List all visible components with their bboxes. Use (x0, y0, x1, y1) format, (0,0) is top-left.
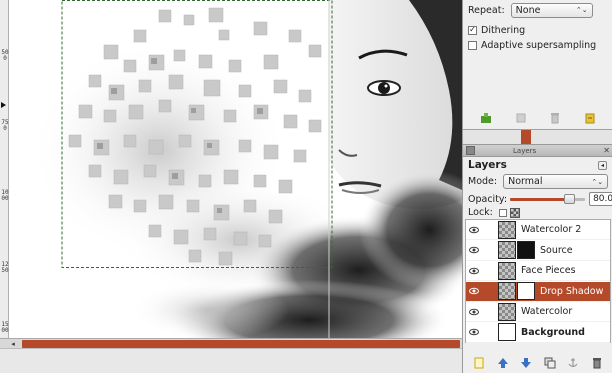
lock-label: Lock: (468, 207, 493, 218)
ruler-label: 500 (1, 49, 9, 62)
tool-options-toolbar (463, 108, 612, 128)
visibility-eye-icon[interactable] (466, 220, 482, 240)
mode-row: Mode: Normal ⌃⌄ (468, 174, 609, 189)
layer-thumbnail[interactable] (498, 261, 516, 280)
dock-title: Layers (513, 146, 537, 155)
tool-options-panel: Repeat: None ⌃⌄ ✓ Dithering Adaptive sup… (463, 0, 612, 130)
layer-name[interactable]: Background (521, 327, 585, 338)
layer-name[interactable]: Watercolor 2 (521, 224, 581, 235)
chain-link-toggle[interactable] (482, 220, 498, 240)
lower-layer-icon[interactable] (519, 356, 533, 370)
layer-mask-thumbnail[interactable] (517, 241, 535, 259)
opacity-input[interactable]: 80.0 (589, 192, 612, 206)
visibility-eye-icon[interactable] (466, 302, 482, 322)
restore-options-icon[interactable] (514, 111, 528, 125)
ruler-label: 1500 (1, 321, 9, 334)
dock-separator (521, 130, 531, 144)
save-options-icon[interactable] (479, 111, 493, 125)
delete-layer-icon[interactable] (590, 356, 604, 370)
layer-name[interactable]: Watercolor (521, 306, 572, 317)
scrollbar-thumb[interactable] (22, 340, 460, 348)
horizontal-scrollbar[interactable]: ◂ (0, 338, 462, 348)
dithering-checkbox[interactable]: ✓ (468, 25, 477, 35)
reset-options-icon[interactable] (583, 111, 597, 125)
layer-name[interactable]: Drop Shadow (540, 286, 603, 297)
repeat-row: Repeat: None ⌃⌄ (468, 2, 593, 18)
visibility-eye-icon[interactable] (466, 322, 482, 342)
layer-thumbnail[interactable] (498, 241, 516, 259)
right-dock: Repeat: None ⌃⌄ ✓ Dithering Adaptive sup… (462, 0, 612, 373)
layers-heading: Layers (468, 159, 507, 171)
ruler-label: 1000 (1, 189, 9, 202)
lock-row: Lock: (468, 207, 520, 218)
lock-alpha-icon[interactable] (509, 207, 520, 218)
layer-thumbnail[interactable] (498, 220, 516, 239)
layer-list[interactable]: Watercolor 2 Source Face Pieces Drop Shadow… (465, 219, 611, 343)
layer-row[interactable]: Face Pieces (466, 261, 610, 281)
duplicate-layer-icon[interactable] (543, 356, 557, 370)
layers-panel: Layers ◂ Mode: Normal ⌃⌄ Opacity: 80.0 ▲… (463, 157, 612, 373)
adaptive-row[interactable]: Adaptive supersampling (468, 37, 596, 53)
repeat-select[interactable]: None ⌃⌄ (510, 2, 593, 18)
chain-link-toggle[interactable] (482, 281, 498, 301)
delete-options-icon[interactable] (548, 111, 562, 125)
layer-row[interactable]: Watercolor (466, 302, 610, 322)
chain-link-toggle[interactable] (482, 261, 498, 281)
chain-link-toggle[interactable] (482, 240, 498, 260)
visibility-eye-icon[interactable] (466, 281, 482, 301)
layer-thumbnail[interactable] (498, 302, 516, 321)
layer-row[interactable]: Watercolor 2 (466, 220, 610, 240)
artwork-image (29, 0, 462, 338)
dithering-row[interactable]: ✓ Dithering (468, 22, 525, 38)
close-icon[interactable]: ✕ (603, 146, 610, 155)
select-arrow-icon: ⌃⌄ (591, 177, 604, 186)
ruler-label: 750 (1, 119, 9, 132)
image-canvas[interactable] (9, 0, 462, 338)
opacity-row: Opacity: 80.0 ▲▼ (468, 192, 612, 206)
layer-thumbnail[interactable] (498, 282, 516, 300)
select-arrow-icon: ⌃⌄ (575, 6, 588, 14)
lock-pixels-checkbox[interactable] (498, 208, 507, 217)
dock-menu-icon[interactable] (466, 146, 475, 155)
chain-link-toggle[interactable] (482, 302, 498, 322)
opacity-label: Opacity: (468, 193, 508, 205)
layer-row[interactable]: Drop Shadow (466, 281, 610, 302)
visibility-eye-icon[interactable] (466, 240, 482, 260)
chain-link-toggle[interactable] (482, 322, 498, 342)
layer-name[interactable]: Face Pieces (521, 265, 576, 276)
scroll-left-icon[interactable]: ◂ (9, 340, 17, 348)
layer-thumbnail[interactable] (498, 323, 516, 341)
adaptive-label: Adaptive supersampling (481, 39, 597, 51)
adaptive-supersampling-checkbox[interactable] (468, 40, 477, 50)
vertical-ruler[interactable]: 500 750 1000 1250 1500 (0, 0, 9, 340)
layer-name[interactable]: Source (540, 245, 573, 256)
mode-select[interactable]: Normal ⌃⌄ (503, 174, 609, 189)
layer-row[interactable]: Background (466, 323, 610, 343)
layers-dock-titlebar[interactable]: Layers ✕ (463, 144, 612, 157)
dithering-label: Dithering (481, 24, 526, 36)
opacity-value: 80.0 (593, 194, 612, 204)
ruler-label: 1250 (1, 261, 9, 274)
opacity-slider-handle[interactable] (564, 193, 576, 204)
opacity-slider-fill (510, 197, 571, 201)
mode-value: Normal (508, 176, 543, 187)
visibility-eye-icon[interactable] (466, 261, 482, 281)
repeat-value: None (515, 4, 541, 16)
tab-menu-icon[interactable]: ◂ (598, 161, 607, 170)
ruler-position-marker (1, 102, 6, 108)
mode-label: Mode: (468, 176, 498, 187)
repeat-label: Repeat: (468, 4, 505, 16)
new-layer-icon[interactable] (472, 356, 486, 370)
raise-layer-icon[interactable] (496, 356, 510, 370)
layer-mask-thumbnail[interactable] (517, 282, 535, 300)
opacity-slider[interactable] (510, 193, 586, 204)
layer-row[interactable]: Source (466, 241, 610, 261)
layers-toolbar (463, 353, 612, 373)
anchor-layer-icon[interactable] (566, 356, 580, 370)
image-window: 500 750 1000 1250 1500 ◂ (0, 0, 462, 373)
status-bar (0, 348, 462, 373)
